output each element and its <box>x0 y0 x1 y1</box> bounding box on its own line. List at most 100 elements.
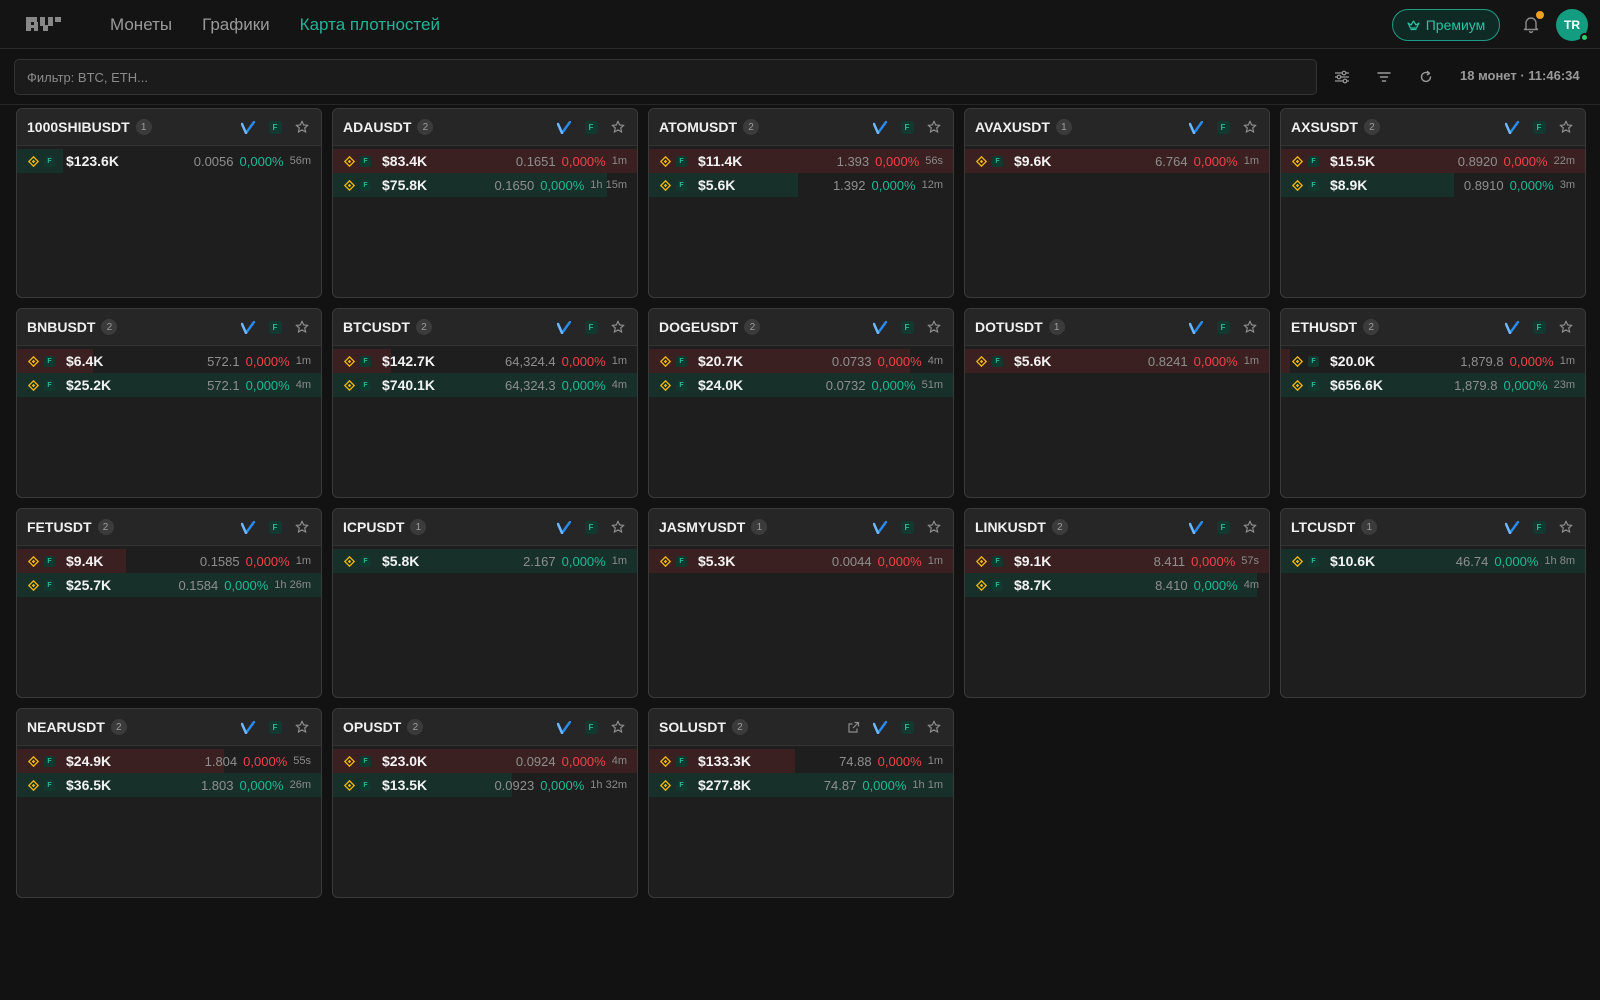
coin-card[interactable]: SOLUSDT 2 F F $133.3K 74.88 0,000% 1m F $277.8K 74… <box>648 708 954 898</box>
coin-card[interactable]: DOGEUSDT 2 F F $20.7K 0.0733 0,000% 4m F $24.0K 0.… <box>648 308 954 498</box>
coin-card[interactable]: NEARUSDT 2 F F $24.9K 1.804 0,000% 55s F $36.5K 1.… <box>16 708 322 898</box>
density-row-bid[interactable]: F $24.0K 0.0732 0,000% 51m <box>649 373 953 397</box>
coin-card[interactable]: BNBUSDT 2 F F $6.4K 572.1 0,000% 1m F $25.2K 572.1… <box>16 308 322 498</box>
density-row-bid[interactable]: F $740.1K 64,324.3 0,000% 4m <box>333 373 637 397</box>
logo-icon[interactable] <box>26 15 62 33</box>
star-icon[interactable] <box>609 518 627 536</box>
coin-card[interactable]: DOTUSDT 1 F F $5.6K 0.8241 0,000% 1m <box>964 308 1270 498</box>
coin-symbol[interactable]: DOGEUSDT <box>659 319 738 335</box>
coin-card[interactable]: LTCUSDT 1 F F $10.6K 46.74 0,000% 1h 8m <box>1280 508 1586 698</box>
futures-badge-icon[interactable]: F <box>1214 118 1232 136</box>
density-row-ask[interactable]: F $20.0K 1,879.8 0,000% 1m <box>1281 349 1585 373</box>
tradingview-logo-icon[interactable] <box>871 318 889 336</box>
coin-symbol[interactable]: BNBUSDT <box>27 319 95 335</box>
tradingview-logo-icon[interactable] <box>1503 318 1521 336</box>
density-row-ask[interactable]: F $9.4K 0.1585 0,000% 1m <box>17 549 321 573</box>
tradingview-logo-icon[interactable] <box>239 518 257 536</box>
settings-sliders-icon[interactable] <box>1331 66 1353 88</box>
futures-badge-icon[interactable]: F <box>1214 518 1232 536</box>
tradingview-logo-icon[interactable] <box>871 118 889 136</box>
star-icon[interactable] <box>609 118 627 136</box>
tradingview-logo-icon[interactable] <box>555 118 573 136</box>
density-row-ask[interactable]: F $5.3K 0.0044 0,000% 1m <box>649 549 953 573</box>
star-icon[interactable] <box>293 318 311 336</box>
futures-badge-icon[interactable]: F <box>582 118 600 136</box>
density-row-bid[interactable]: F $8.9K 0.8910 0,000% 3m <box>1281 173 1585 197</box>
refresh-icon[interactable] <box>1415 66 1437 88</box>
coin-card[interactable]: 1000SHIBUSDT 1 F F $123.6K 0.0056 0,000% 56m <box>16 108 322 298</box>
density-row-ask[interactable]: F $5.6K 0.8241 0,000% 1m <box>965 349 1269 373</box>
star-icon[interactable] <box>1241 318 1259 336</box>
star-icon[interactable] <box>925 718 943 736</box>
futures-badge-icon[interactable]: F <box>898 318 916 336</box>
futures-badge-icon[interactable]: F <box>582 718 600 736</box>
star-icon[interactable] <box>925 318 943 336</box>
futures-badge-icon[interactable]: F <box>266 118 284 136</box>
star-icon[interactable] <box>925 518 943 536</box>
density-row-ask[interactable]: F $6.4K 572.1 0,000% 1m <box>17 349 321 373</box>
star-icon[interactable] <box>293 718 311 736</box>
star-icon[interactable] <box>1241 518 1259 536</box>
futures-badge-icon[interactable]: F <box>582 518 600 536</box>
density-row-bid[interactable]: F $13.5K 0.0923 0,000% 1h 32m <box>333 773 637 797</box>
star-icon[interactable] <box>1557 118 1575 136</box>
star-icon[interactable] <box>925 118 943 136</box>
density-row-ask[interactable]: F $142.7K 64,324.4 0,000% 1m <box>333 349 637 373</box>
density-row-bid[interactable]: F $10.6K 46.74 0,000% 1h 8m <box>1281 549 1585 573</box>
nav-coins[interactable]: Монеты <box>110 15 172 35</box>
coin-card[interactable]: ATOMUSDT 2 F F $11.4K 1.393 0,000% 56s F $5.6K 1.3… <box>648 108 954 298</box>
coin-symbol[interactable]: DOTUSDT <box>975 319 1043 335</box>
coin-card[interactable]: ICPUSDT 1 F F $5.8K 2.167 0,000% 1m <box>332 508 638 698</box>
external-link-icon[interactable] <box>844 718 862 736</box>
futures-badge-icon[interactable]: F <box>266 718 284 736</box>
density-row-ask[interactable]: F $9.1K 8.411 0,000% 57s <box>965 549 1269 573</box>
coin-card[interactable]: AVAXUSDT 1 F F $9.6K 6.764 0,000% 1m <box>964 108 1270 298</box>
futures-badge-icon[interactable]: F <box>1530 118 1548 136</box>
tradingview-logo-icon[interactable] <box>1187 318 1205 336</box>
futures-badge-icon[interactable]: F <box>266 518 284 536</box>
coin-symbol[interactable]: ATOMUSDT <box>659 119 737 135</box>
coin-symbol[interactable]: LTCUSDT <box>1291 519 1355 535</box>
futures-badge-icon[interactable]: F <box>898 718 916 736</box>
tradingview-logo-icon[interactable] <box>239 118 257 136</box>
tradingview-logo-icon[interactable] <box>239 318 257 336</box>
density-row-bid[interactable]: F $8.7K 8.410 0,000% 4m <box>965 573 1269 597</box>
futures-badge-icon[interactable]: F <box>898 518 916 536</box>
density-row-ask[interactable]: F $23.0K 0.0924 0,000% 4m <box>333 749 637 773</box>
coin-card[interactable]: LINKUSDT 2 F F $9.1K 8.411 0,000% 57s F $8.7K 8.41… <box>964 508 1270 698</box>
filter-icon[interactable] <box>1373 66 1395 88</box>
coin-symbol[interactable]: JASMYUSDT <box>659 519 745 535</box>
tradingview-logo-icon[interactable] <box>871 718 889 736</box>
nav-charts[interactable]: Графики <box>202 15 270 35</box>
coin-symbol[interactable]: SOLUSDT <box>659 719 726 735</box>
coin-symbol[interactable]: 1000SHIBUSDT <box>27 119 130 135</box>
star-icon[interactable] <box>609 318 627 336</box>
tradingview-logo-icon[interactable] <box>1503 518 1521 536</box>
star-icon[interactable] <box>1557 518 1575 536</box>
density-row-ask[interactable]: F $133.3K 74.88 0,000% 1m <box>649 749 953 773</box>
nav-density-map[interactable]: Карта плотностей <box>300 15 440 35</box>
density-row-bid[interactable]: F $75.8K 0.1650 0,000% 1h 15m <box>333 173 637 197</box>
coin-card[interactable]: ETHUSDT 2 F F $20.0K 1,879.8 0,000% 1m F $656.6K 1… <box>1280 308 1586 498</box>
tradingview-logo-icon[interactable] <box>1187 118 1205 136</box>
coin-card[interactable]: OPUSDT 2 F F $23.0K 0.0924 0,000% 4m F $13.5K 0.09… <box>332 708 638 898</box>
filter-input[interactable] <box>14 59 1317 95</box>
tradingview-logo-icon[interactable] <box>1187 518 1205 536</box>
tradingview-logo-icon[interactable] <box>555 518 573 536</box>
premium-button[interactable]: Премиум <box>1392 9 1500 41</box>
coin-symbol[interactable]: OPUSDT <box>343 719 401 735</box>
coin-symbol[interactable]: FETUSDT <box>27 519 92 535</box>
coin-symbol[interactable]: AVAXUSDT <box>975 119 1050 135</box>
density-row-bid[interactable]: F $25.2K 572.1 0,000% 4m <box>17 373 321 397</box>
density-row-bid[interactable]: F $656.6K 1,879.8 0,000% 23m <box>1281 373 1585 397</box>
density-row-ask[interactable]: F $24.9K 1.804 0,000% 55s <box>17 749 321 773</box>
coin-symbol[interactable]: ICPUSDT <box>343 519 404 535</box>
coin-symbol[interactable]: BTCUSDT <box>343 319 410 335</box>
tradingview-logo-icon[interactable] <box>239 718 257 736</box>
coin-card[interactable]: JASMYUSDT 1 F F $5.3K 0.0044 0,000% 1m <box>648 508 954 698</box>
coin-symbol[interactable]: ADAUSDT <box>343 119 411 135</box>
density-row-bid[interactable]: F $25.7K 0.1584 0,000% 1h 26m <box>17 573 321 597</box>
coin-symbol[interactable]: NEARUSDT <box>27 719 105 735</box>
tradingview-logo-icon[interactable] <box>1503 118 1521 136</box>
futures-badge-icon[interactable]: F <box>1214 318 1232 336</box>
